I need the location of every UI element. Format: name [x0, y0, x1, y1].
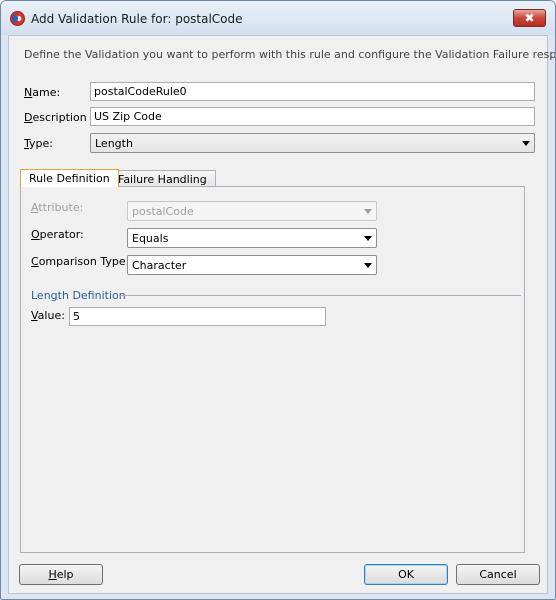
name-label: Name: [24, 86, 61, 99]
value-label: Value: [31, 309, 65, 322]
operator-select[interactable]: Equals [127, 228, 377, 248]
close-button[interactable]: ✖ [513, 9, 546, 27]
group-divider [119, 295, 521, 296]
type-label: Type: [24, 137, 53, 150]
oracle-jdeveloper-icon [10, 11, 25, 26]
attribute-select: postalCode [127, 201, 377, 221]
comparison-type-select[interactable]: Character [127, 255, 377, 275]
attribute-select-value: postalCode [132, 205, 194, 218]
attribute-label: Attribute: [31, 201, 84, 214]
chevron-down-icon [364, 209, 372, 214]
type-select[interactable]: Length [90, 133, 535, 153]
dialog-content: Define the Validation you want to perfor… [8, 35, 555, 594]
comparison-type-select-value: Character [132, 259, 187, 272]
operator-select-value: Equals [132, 232, 169, 245]
intro-text: Define the Validation you want to perfor… [24, 48, 556, 61]
cancel-button[interactable]: Cancel [456, 564, 540, 585]
ok-button[interactable]: OK [364, 564, 448, 585]
title-bar[interactable]: Add Validation Rule for: postalCode ✖ [1, 1, 555, 35]
chevron-down-icon [364, 236, 372, 241]
chevron-down-icon [364, 263, 372, 268]
close-icon: ✖ [524, 11, 535, 25]
tab-rule-definition[interactable]: Rule Definition [20, 169, 119, 187]
comparison-type-label: Comparison Type: [31, 255, 130, 268]
tab-failure-handling[interactable]: Failure Handling [109, 170, 216, 187]
operator-label: Operator: [31, 228, 84, 241]
description-label: Description [24, 111, 87, 124]
help-button[interactable]: Help [19, 564, 103, 585]
length-definition-group-label: Length Definition [31, 289, 126, 302]
dialog-window: Add Validation Rule for: postalCode ✖ De… [0, 0, 556, 600]
dialog-title: Add Validation Rule for: postalCode [31, 12, 243, 26]
name-field[interactable]: postalCodeRule0 [90, 82, 535, 101]
value-field[interactable]: 5 [69, 307, 326, 326]
description-field[interactable]: US Zip Code [90, 107, 535, 126]
chevron-down-icon [522, 141, 530, 146]
type-select-value: Length [95, 137, 133, 150]
rule-definition-panel: Attribute: postalCode Operator: Equals C… [20, 186, 525, 553]
